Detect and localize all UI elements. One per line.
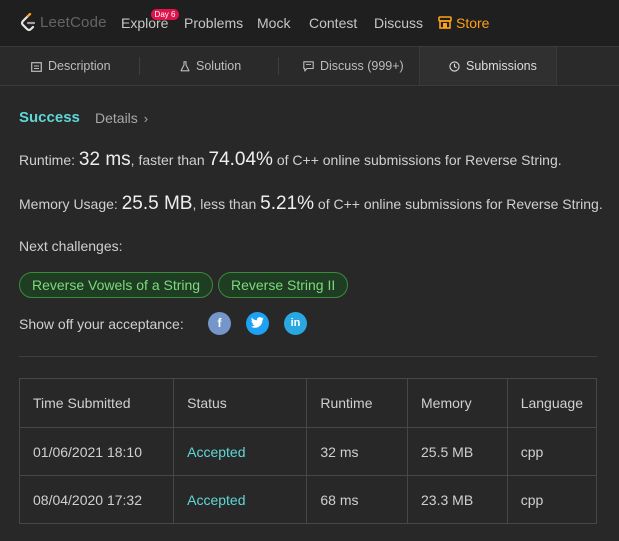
tab-solution-label: Solution <box>196 59 242 73</box>
linkedin-icon[interactable]: in <box>284 312 307 335</box>
details-link[interactable]: Details › <box>95 110 148 126</box>
runtime-value: 32 ms <box>78 149 131 170</box>
col-memory[interactable]: Memory <box>407 378 508 428</box>
cell-time-submitted: 01/06/2021 18:10 <box>18 427 175 476</box>
top-navbar: LeetCode Explore Day 6 Problems Mock Con… <box>0 0 619 47</box>
chevron-right-icon: › <box>143 111 149 126</box>
tab-discuss[interactable]: Discuss (999+) <box>303 47 404 85</box>
nav-discuss[interactable]: Discuss <box>374 15 423 31</box>
nav-store[interactable]: Store <box>438 15 490 31</box>
col-runtime[interactable]: Runtime <box>306 378 409 428</box>
memory-prefix: Memory Usage: <box>19 196 122 212</box>
cell-status-link[interactable]: Accepted <box>173 427 308 476</box>
leetcode-logo[interactable]: LeetCode <box>20 12 107 34</box>
cell-status-link[interactable]: Accepted <box>173 475 308 524</box>
memory-middle: , less than <box>192 196 261 212</box>
tab-solution[interactable]: Solution <box>180 47 241 85</box>
memory-suffix: of C++ online submissions for Reverse St… <box>314 196 603 212</box>
facebook-icon[interactable]: f <box>208 312 231 335</box>
leetcode-logo-icon <box>20 13 36 32</box>
table-row: 08/04/2020 17:32 Accepted 68 ms 23.3 MB … <box>18 475 598 524</box>
tab-discuss-label: Discuss (999+) <box>320 59 404 73</box>
nav-problems[interactable]: Problems <box>184 15 243 31</box>
col-status[interactable]: Status <box>173 378 308 428</box>
runtime-line: Runtime: 32 ms, faster than 74.04% of C+… <box>19 149 562 171</box>
clock-icon <box>449 61 460 72</box>
comment-icon <box>303 61 314 72</box>
challenge-reverse-vowels[interactable]: Reverse Vowels of a String <box>19 272 214 298</box>
day-badge: Day 6 <box>151 9 179 20</box>
nav-mock[interactable]: Mock <box>257 15 290 31</box>
store-icon <box>438 16 452 29</box>
divider <box>19 356 597 357</box>
table-row: 01/06/2021 18:10 Accepted 32 ms 25.5 MB … <box>18 427 598 476</box>
runtime-percent: 74.04% <box>208 149 273 170</box>
twitter-icon[interactable] <box>246 312 269 335</box>
cell-memory: 23.3 MB <box>407 475 508 524</box>
cell-runtime: 68 ms <box>306 475 409 524</box>
table-header-row: Time Submitted Status Runtime Memory Lan… <box>18 378 598 428</box>
tab-submissions-label: Submissions <box>466 59 537 73</box>
memory-value: 25.5 MB <box>121 193 193 214</box>
store-label: Store <box>456 15 490 31</box>
runtime-middle: , faster than <box>130 152 209 168</box>
logo-text: LeetCode <box>40 14 107 31</box>
flask-icon <box>180 61 190 72</box>
tab-description-label: Description <box>48 59 111 73</box>
tab-submissions[interactable]: Submissions <box>419 47 557 85</box>
runtime-prefix: Runtime: <box>19 152 79 168</box>
cell-memory: 25.5 MB <box>407 427 508 476</box>
cell-time-submitted: 08/04/2020 17:32 <box>18 475 175 524</box>
challenge-reverse-string-ii[interactable]: Reverse String II <box>218 272 349 298</box>
cell-language: cpp <box>506 427 598 476</box>
details-label: Details <box>95 110 138 126</box>
result-status: Success <box>19 109 80 126</box>
document-icon <box>31 61 42 72</box>
nav-contest[interactable]: Contest <box>309 15 357 31</box>
next-challenges-label: Next challenges: <box>19 238 123 254</box>
share-label: Show off your acceptance: <box>19 316 184 332</box>
submissions-table: Time Submitted Status Runtime Memory Lan… <box>18 378 598 524</box>
memory-line: Memory Usage: 25.5 MB, less than 5.21% o… <box>19 193 603 215</box>
tab-description[interactable]: Description <box>31 47 111 85</box>
cell-runtime: 32 ms <box>306 427 409 476</box>
memory-percent: 5.21% <box>260 193 315 214</box>
runtime-suffix: of C++ online submissions for Reverse St… <box>272 152 562 168</box>
col-time-submitted[interactable]: Time Submitted <box>18 378 175 428</box>
cell-language: cpp <box>506 475 598 524</box>
problem-tabbar: Description Solution Discuss (999+) Subm… <box>0 47 619 86</box>
col-language[interactable]: Language <box>506 378 598 428</box>
tab-separator <box>278 57 279 75</box>
tab-separator <box>139 57 140 75</box>
